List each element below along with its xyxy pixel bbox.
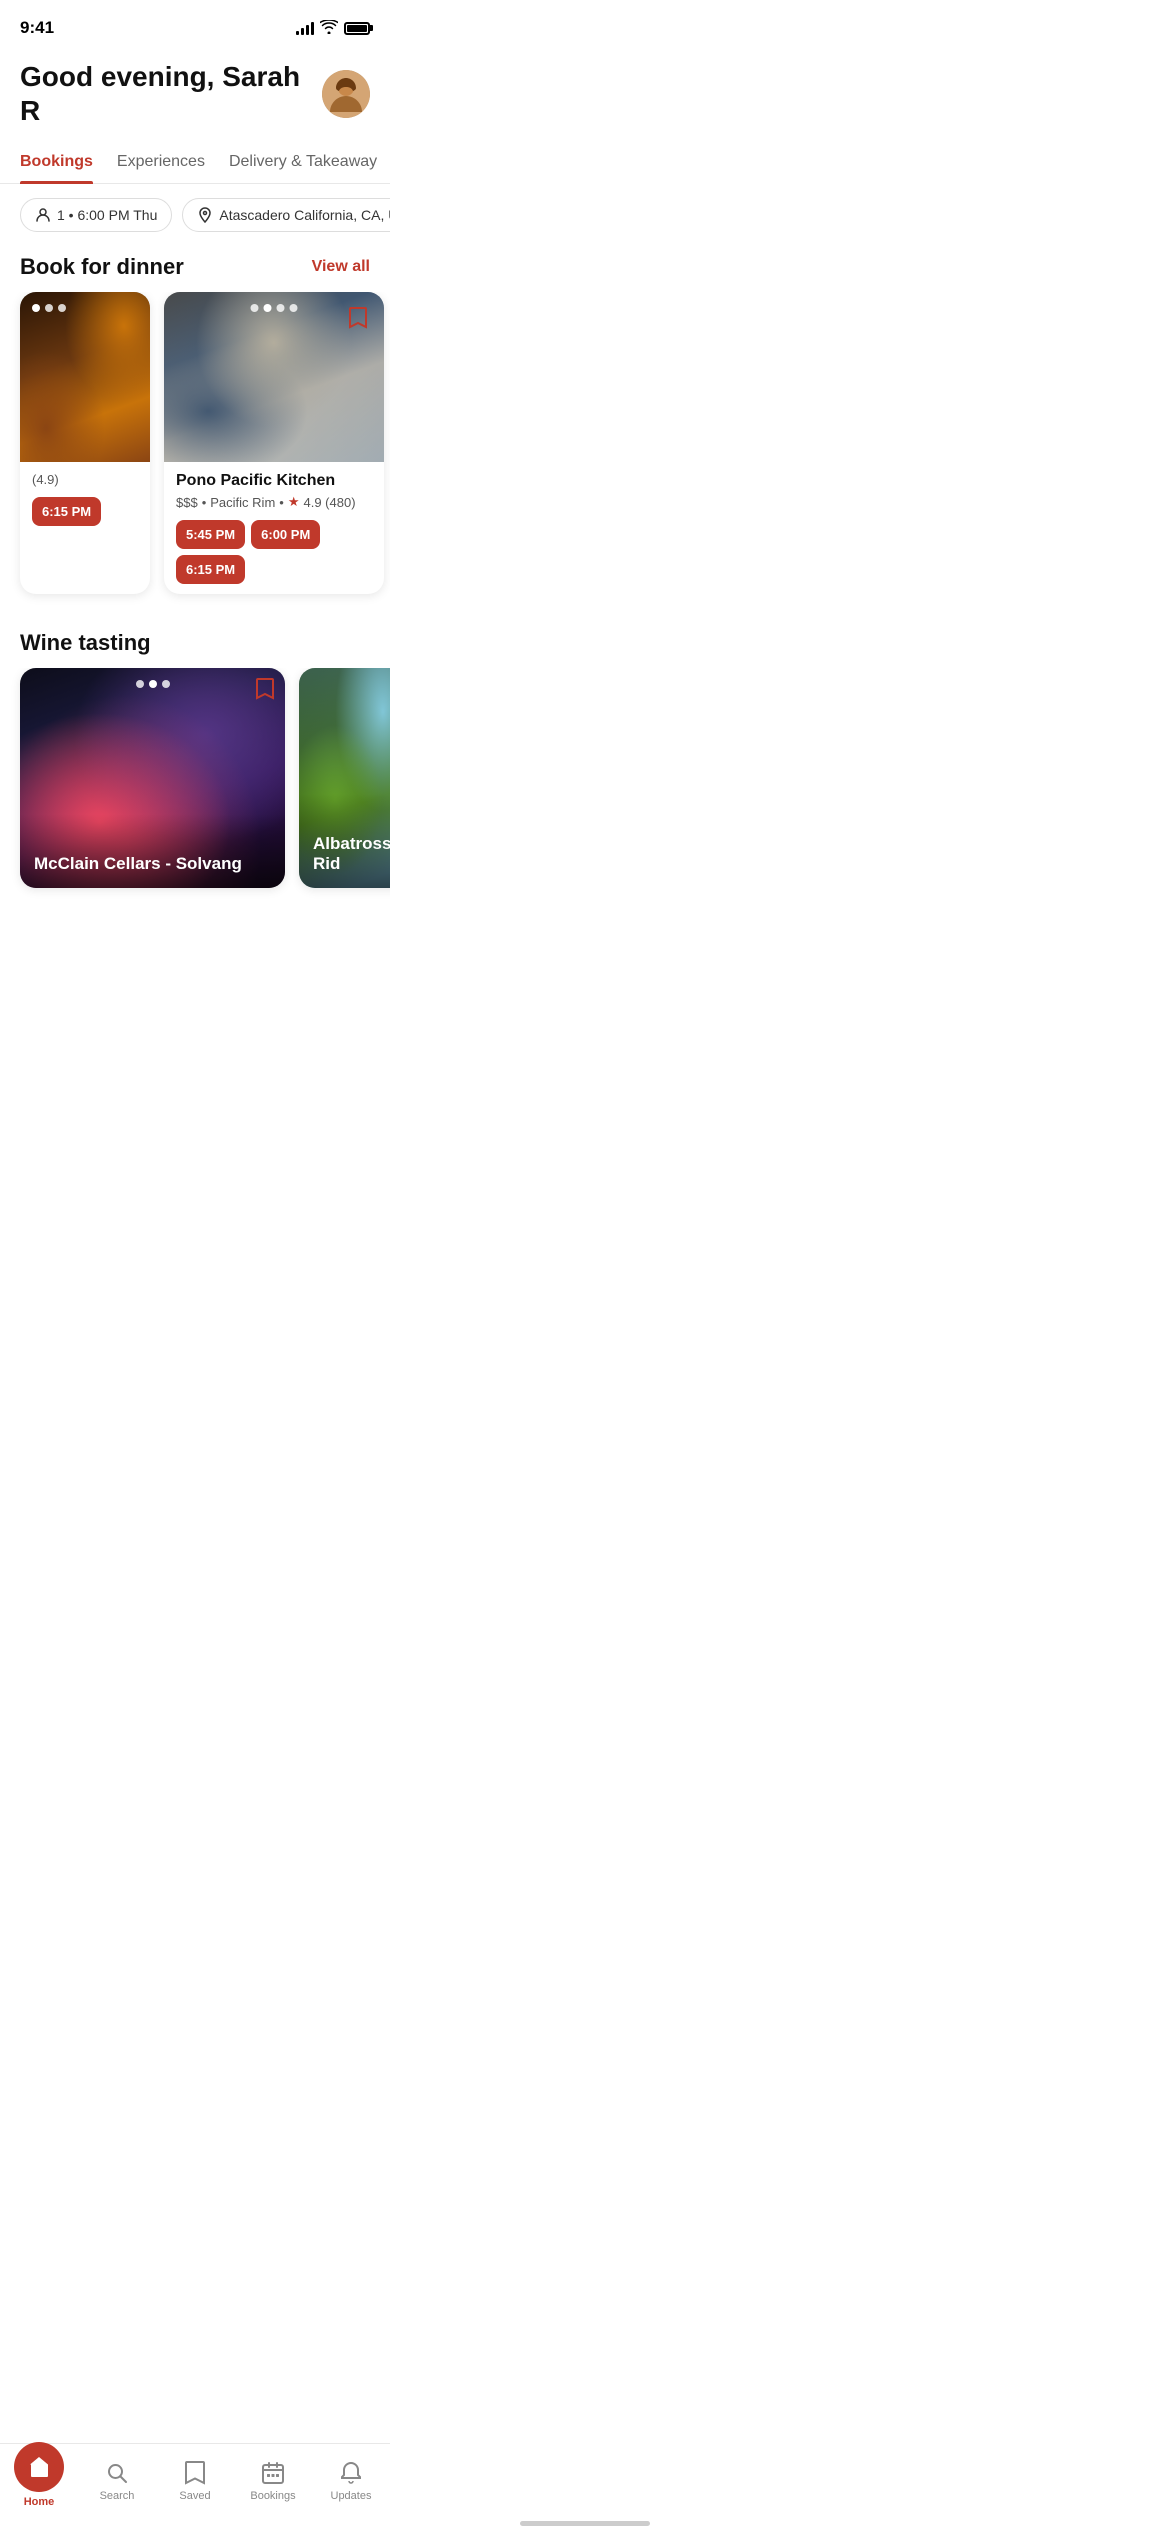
time-slot-545[interactable]: 5:45 PM bbox=[176, 520, 245, 549]
book-for-dinner-title: Book for dinner bbox=[20, 254, 184, 280]
nav-bookings-label: Bookings bbox=[250, 2490, 295, 2502]
nav-search-label: Search bbox=[100, 2490, 135, 2502]
bookmark-mcclain[interactable] bbox=[255, 678, 275, 705]
wine-cards-row: McClain Cellars - Solvang Albatross Rid bbox=[0, 668, 390, 908]
time-slots-pono: 5:45 PM 6:00 PM 6:15 PM bbox=[176, 520, 372, 584]
nav-updates-label: Updates bbox=[331, 2490, 372, 2502]
time-slot[interactable]: 6:15 PM bbox=[32, 497, 101, 526]
battery-icon bbox=[344, 22, 370, 35]
guests-filter-label: 1 • 6:00 PM Thu bbox=[57, 207, 157, 223]
bell-icon bbox=[338, 2460, 364, 2486]
wine-tasting-header: Wine tasting bbox=[0, 622, 390, 668]
tab-experiences[interactable]: Experiences bbox=[117, 143, 205, 183]
card-meta-pono: $$$ • Pacific Rim • ★ 4.9 (480) bbox=[176, 494, 372, 510]
nav-search[interactable]: Search bbox=[87, 2460, 147, 2502]
status-bar: 9:41 bbox=[0, 0, 390, 48]
wine-image-mcclain: McClain Cellars - Solvang bbox=[20, 668, 285, 888]
nav-bookings[interactable]: Bookings bbox=[243, 2460, 303, 2502]
time-slot-600[interactable]: 6:00 PM bbox=[251, 520, 320, 549]
time-slot-615[interactable]: 6:15 PM bbox=[176, 555, 245, 584]
saved-icon bbox=[182, 2460, 208, 2486]
header: Good evening, Sarah R bbox=[0, 48, 390, 143]
wine-card-albatross[interactable]: Albatross Rid bbox=[299, 668, 390, 888]
nav-home-label: Home bbox=[24, 2496, 55, 2508]
restaurant-cards-row: (4.9) 6:15 PM Pono Pa bbox=[0, 292, 390, 614]
restaurant-card-partial-left[interactable]: (4.9) 6:15 PM bbox=[20, 292, 150, 594]
tab-bookings[interactable]: Bookings bbox=[20, 143, 93, 183]
bottom-nav: Home Search Saved bbox=[0, 2443, 390, 2532]
person-icon bbox=[35, 207, 51, 223]
book-for-dinner-header: Book for dinner View all bbox=[0, 246, 390, 292]
card-image-pono bbox=[164, 292, 384, 462]
location-pin-icon bbox=[197, 207, 213, 223]
status-time: 9:41 bbox=[20, 18, 54, 38]
star-icon: ★ bbox=[288, 494, 300, 510]
tab-delivery[interactable]: Delivery & Takeaway bbox=[229, 143, 377, 183]
location-filter-label: Atascadero California, CA, United St bbox=[219, 207, 390, 223]
card-image-1 bbox=[20, 292, 150, 462]
greeting-text: Good evening, Sarah R bbox=[20, 60, 322, 127]
wine-card-name-mcclain: McClain Cellars - Solvang bbox=[34, 854, 271, 874]
status-icons bbox=[296, 20, 370, 37]
wine-card-name-albatross: Albatross Rid bbox=[313, 834, 390, 874]
card-meta-1: (4.9) bbox=[32, 472, 138, 487]
wine-tasting-section: Wine tasting McClain Cellars - Solvang bbox=[0, 614, 390, 908]
signal-icon bbox=[296, 21, 314, 35]
card-dots-1 bbox=[32, 304, 66, 312]
card-dots-pono bbox=[251, 304, 298, 312]
wine-tasting-title: Wine tasting bbox=[20, 630, 151, 656]
wine-dots-mcclain bbox=[136, 680, 170, 688]
restaurant-card-pono[interactable]: Pono Pacific Kitchen $$$ • Pacific Rim •… bbox=[164, 292, 384, 594]
home-indicator bbox=[520, 2521, 650, 2526]
nav-saved-label: Saved bbox=[179, 2490, 210, 2502]
card-name-pono: Pono Pacific Kitchen bbox=[176, 472, 372, 490]
nav-saved[interactable]: Saved bbox=[165, 2460, 225, 2502]
bookmark-pono[interactable] bbox=[342, 302, 374, 334]
wifi-icon bbox=[320, 20, 338, 37]
search-icon bbox=[104, 2460, 130, 2486]
filters-row: 1 • 6:00 PM Thu Atascadero California, C… bbox=[0, 184, 390, 246]
view-all-dinner[interactable]: View all bbox=[312, 258, 370, 276]
wine-image-albatross: Albatross Rid bbox=[299, 668, 390, 888]
time-slots-1: 6:15 PM bbox=[32, 497, 138, 526]
avatar[interactable] bbox=[322, 70, 370, 118]
wine-card-mcclain[interactable]: McClain Cellars - Solvang bbox=[20, 668, 285, 888]
location-filter[interactable]: Atascadero California, CA, United St bbox=[182, 198, 390, 232]
nav-home[interactable]: Home bbox=[9, 2454, 69, 2508]
nav-updates[interactable]: Updates bbox=[321, 2460, 381, 2502]
guests-filter[interactable]: 1 • 6:00 PM Thu bbox=[20, 198, 172, 232]
home-icon bbox=[14, 2442, 64, 2492]
tabs-container: Bookings Experiences Delivery & Takeaway bbox=[0, 143, 390, 184]
calendar-icon bbox=[260, 2460, 286, 2486]
